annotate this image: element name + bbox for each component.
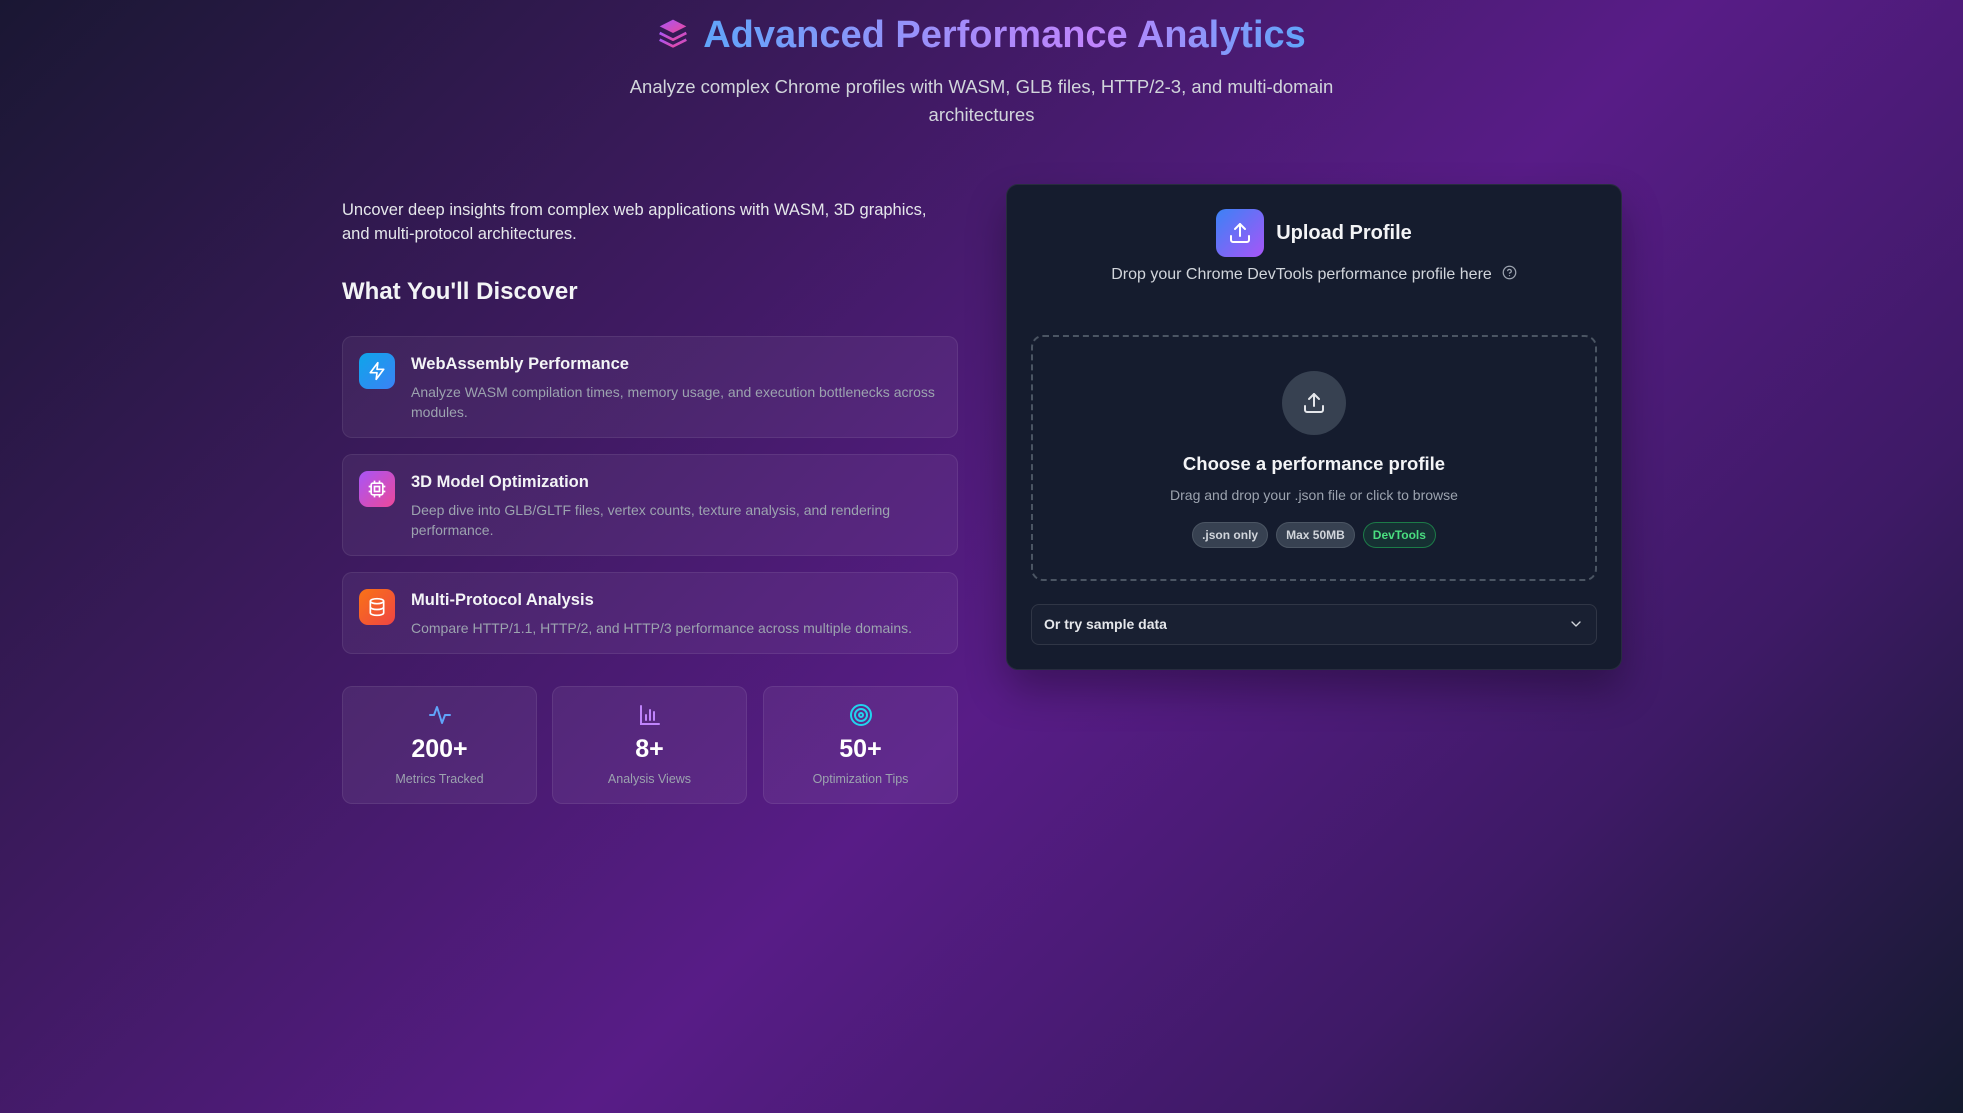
discover-title: What You'll Discover: [342, 278, 578, 305]
intro-text: Uncover deep insights from complex web a…: [342, 201, 927, 243]
zap-icon: [359, 353, 395, 389]
dropzone-subtitle: Drag and drop your .json file or click t…: [1170, 487, 1458, 503]
dropzone-title: Choose a performance profile: [1182, 453, 1446, 474]
page-title: Advanced Performance Analytics: [703, 14, 1306, 56]
upload-card-subtitle-row: Drop your Chrome DevTools performance pr…: [1007, 265, 1621, 285]
feature-description: Deep dive into GLB/GLTF files, vertex co…: [411, 502, 891, 538]
chevron-down-icon: [1568, 616, 1584, 637]
feature-card-wasm: WebAssembly Performance Analyze WASM com…: [342, 336, 958, 438]
stat-card-views: 8+ Analysis Views: [552, 686, 747, 804]
intro-panel: Uncover deep insights from complex web a…: [342, 198, 958, 306]
bar-chart-icon: [553, 703, 746, 727]
title-row: Advanced Performance Analytics: [0, 14, 1963, 57]
feature-title: WebAssembly Performance: [411, 355, 629, 373]
stat-value: 50+: [839, 735, 882, 763]
dropzone-tags: .json only Max 50MB DevTools: [1033, 522, 1595, 548]
feature-description: Compare HTTP/1.1, HTTP/2, and HTTP/3 per…: [411, 620, 913, 636]
feature-description: Analyze WASM compilation times, memory u…: [411, 384, 935, 420]
feature-title: 3D Model Optimization: [411, 473, 589, 491]
sample-data-label: Or try sample data: [1044, 616, 1167, 632]
upload-card-title: Upload Profile: [1276, 221, 1412, 244]
stat-label: Optimization Tips: [812, 772, 909, 786]
stat-value: 8+: [635, 735, 664, 763]
upload-card-header: Upload Profile: [1007, 209, 1621, 257]
upload-card-subtitle: Drop your Chrome DevTools performance pr…: [1111, 266, 1492, 283]
page-subtitle: Analyze complex Chrome profiles with WAS…: [629, 76, 1334, 125]
sample-data-dropdown[interactable]: Or try sample data: [1031, 604, 1597, 645]
cpu-icon: [359, 471, 395, 507]
stat-value: 200+: [411, 735, 468, 763]
stat-label: Analysis Views: [607, 772, 692, 786]
feature-title: Multi-Protocol Analysis: [411, 591, 594, 609]
layers-icon: [657, 17, 689, 54]
stat-card-metrics: 200+ Metrics Tracked: [342, 686, 537, 804]
help-icon[interactable]: [1502, 265, 1517, 285]
file-dropzone[interactable]: Choose a performance profile Drag and dr…: [1031, 335, 1597, 581]
upload-icon: [1216, 209, 1265, 257]
tag-devtools: DevTools: [1362, 522, 1436, 548]
database-icon: [359, 589, 395, 625]
dropzone-upload-icon: [1282, 371, 1346, 435]
upload-card: Upload Profile Drop your Chrome DevTools…: [1006, 184, 1622, 670]
tag-json-only: .json only: [1192, 522, 1269, 548]
feature-card-3d: 3D Model Optimization Deep dive into GLB…: [342, 454, 958, 556]
stat-card-tips: 50+ Optimization Tips: [763, 686, 958, 804]
tag-max-size: Max 50MB: [1276, 522, 1355, 548]
page-header: Advanced Performance Analytics Analyze c…: [0, 0, 1963, 129]
target-icon: [764, 703, 957, 727]
stat-label: Metrics Tracked: [395, 772, 484, 786]
feature-card-protocol: Multi-Protocol Analysis Compare HTTP/1.1…: [342, 572, 958, 654]
activity-icon: [343, 703, 536, 727]
